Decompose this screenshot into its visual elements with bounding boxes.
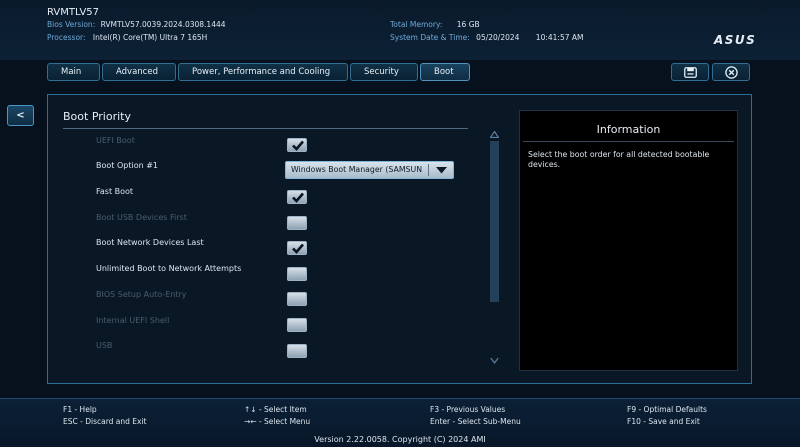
header-bar (0, 0, 800, 60)
boot-usb-first-checkbox (287, 216, 307, 230)
version-copyright: Version 2.22.0058. Copyright (C) 2024 AM… (314, 435, 486, 444)
bios-version-value: RVMTLV57.0039.2024.0308.1444 (100, 20, 226, 29)
save-icon (683, 66, 697, 78)
processor-value: Intel(R) Core(TM) Ultra 7 165H (92, 33, 208, 42)
tab-main[interactable]: Main (47, 63, 100, 81)
select-menu-hint: →← - Select Menu (244, 417, 311, 426)
uefi-boot-checkbox (287, 138, 307, 152)
tab-advanced[interactable]: Advanced (102, 63, 176, 81)
save-button[interactable] (671, 63, 709, 81)
close-circle-icon (724, 65, 738, 79)
boot-option-1-value: Windows Boot Manager (SAMSUN (291, 165, 423, 174)
uefi-boot-label: UEFI Boot (96, 136, 135, 145)
triangle-down-icon (436, 167, 447, 174)
datetime-line: System Date & Time: 05/20/2024 10:41:57 … (390, 33, 583, 42)
help-hint: F1 - Help (63, 405, 97, 414)
bios-setup-auto-entry-checkbox (287, 292, 307, 306)
information-text: Select the boot order for all detected b… (528, 150, 710, 169)
fast-boot-checkbox[interactable] (287, 190, 307, 204)
back-button[interactable]: < (7, 105, 34, 126)
tab-power-performance-cooling[interactable]: Power, Performance and Cooling (178, 63, 348, 81)
exit-button[interactable] (712, 63, 750, 81)
processor-line: Processor: Intel(R) Core(TM) Ultra 7 165… (47, 33, 207, 42)
asus-logo: ASUS (714, 33, 757, 47)
triangle-up-icon (489, 130, 500, 139)
select-submenu-hint: Enter - Select Sub-Menu (430, 417, 521, 426)
memory-value: 16 GB (456, 20, 480, 29)
save-exit-hint: F10 - Save and Exit (627, 417, 700, 426)
dropdown-separator (428, 164, 429, 176)
date-value: 05/20/2024 (476, 33, 520, 42)
unlimited-network-attempts-label: Unlimited Boot to Network Attempts (96, 264, 242, 273)
bios-version-line: Bios Version: RVMTLV57.0039.2024.0308.14… (47, 20, 226, 29)
tab-bar: Main Advanced Power, Performance and Coo… (47, 63, 470, 81)
previous-values-hint: F3 - Previous Values (430, 405, 506, 414)
internal-uefi-shell-label: Internal UEFI Shell (96, 316, 170, 325)
boot-option-1-select[interactable]: Windows Boot Manager (SAMSUN (285, 161, 454, 179)
boot-network-last-checkbox[interactable] (287, 241, 307, 255)
select-item-hint: ↑↓ - Select Item (244, 405, 307, 414)
checkmark-icon (292, 140, 304, 151)
system-model: RVMTLV57 (47, 7, 100, 18)
tab-boot[interactable]: Boot (420, 63, 470, 81)
tab-security[interactable]: Security (350, 63, 418, 81)
usb-checkbox (287, 344, 307, 358)
boot-usb-first-label: Boot USB Devices First (96, 213, 187, 222)
checkmark-icon (292, 192, 304, 203)
section-title: Boot Priority (63, 110, 131, 123)
processor-label: Processor: (47, 33, 86, 42)
bios-setup-auto-entry-label: BIOS Setup Auto-Entry (96, 290, 187, 299)
section-divider (63, 128, 468, 129)
information-title: Information (596, 123, 661, 136)
fast-boot-label: Fast Boot (96, 187, 134, 196)
internal-uefi-shell-checkbox (287, 318, 307, 332)
optimal-defaults-hint: F9 - Optimal Defaults (627, 405, 707, 414)
scroll-up-button[interactable] (489, 130, 500, 140)
scroll-down-button[interactable] (490, 357, 499, 366)
memory-label: Total Memory: (390, 20, 443, 29)
discard-exit-hint: ESC - Discard and Exit (63, 417, 147, 426)
usb-label: USB (96, 341, 113, 350)
boot-option-1-label: Boot Option #1 (96, 161, 158, 170)
boot-network-last-label: Boot Network Devices Last (96, 238, 204, 247)
unlimited-network-attempts-checkbox[interactable] (287, 267, 307, 281)
checkmark-icon (292, 243, 304, 254)
scrollbar-thumb[interactable] (490, 141, 499, 302)
memory-line: Total Memory: 16 GB (390, 20, 480, 29)
information-divider (523, 141, 734, 142)
bios-version-label: Bios Version: (47, 20, 96, 29)
time-value: 10:41:57 AM (535, 33, 584, 42)
datetime-label: System Date & Time: (390, 33, 470, 42)
chevron-down-icon (490, 357, 499, 365)
